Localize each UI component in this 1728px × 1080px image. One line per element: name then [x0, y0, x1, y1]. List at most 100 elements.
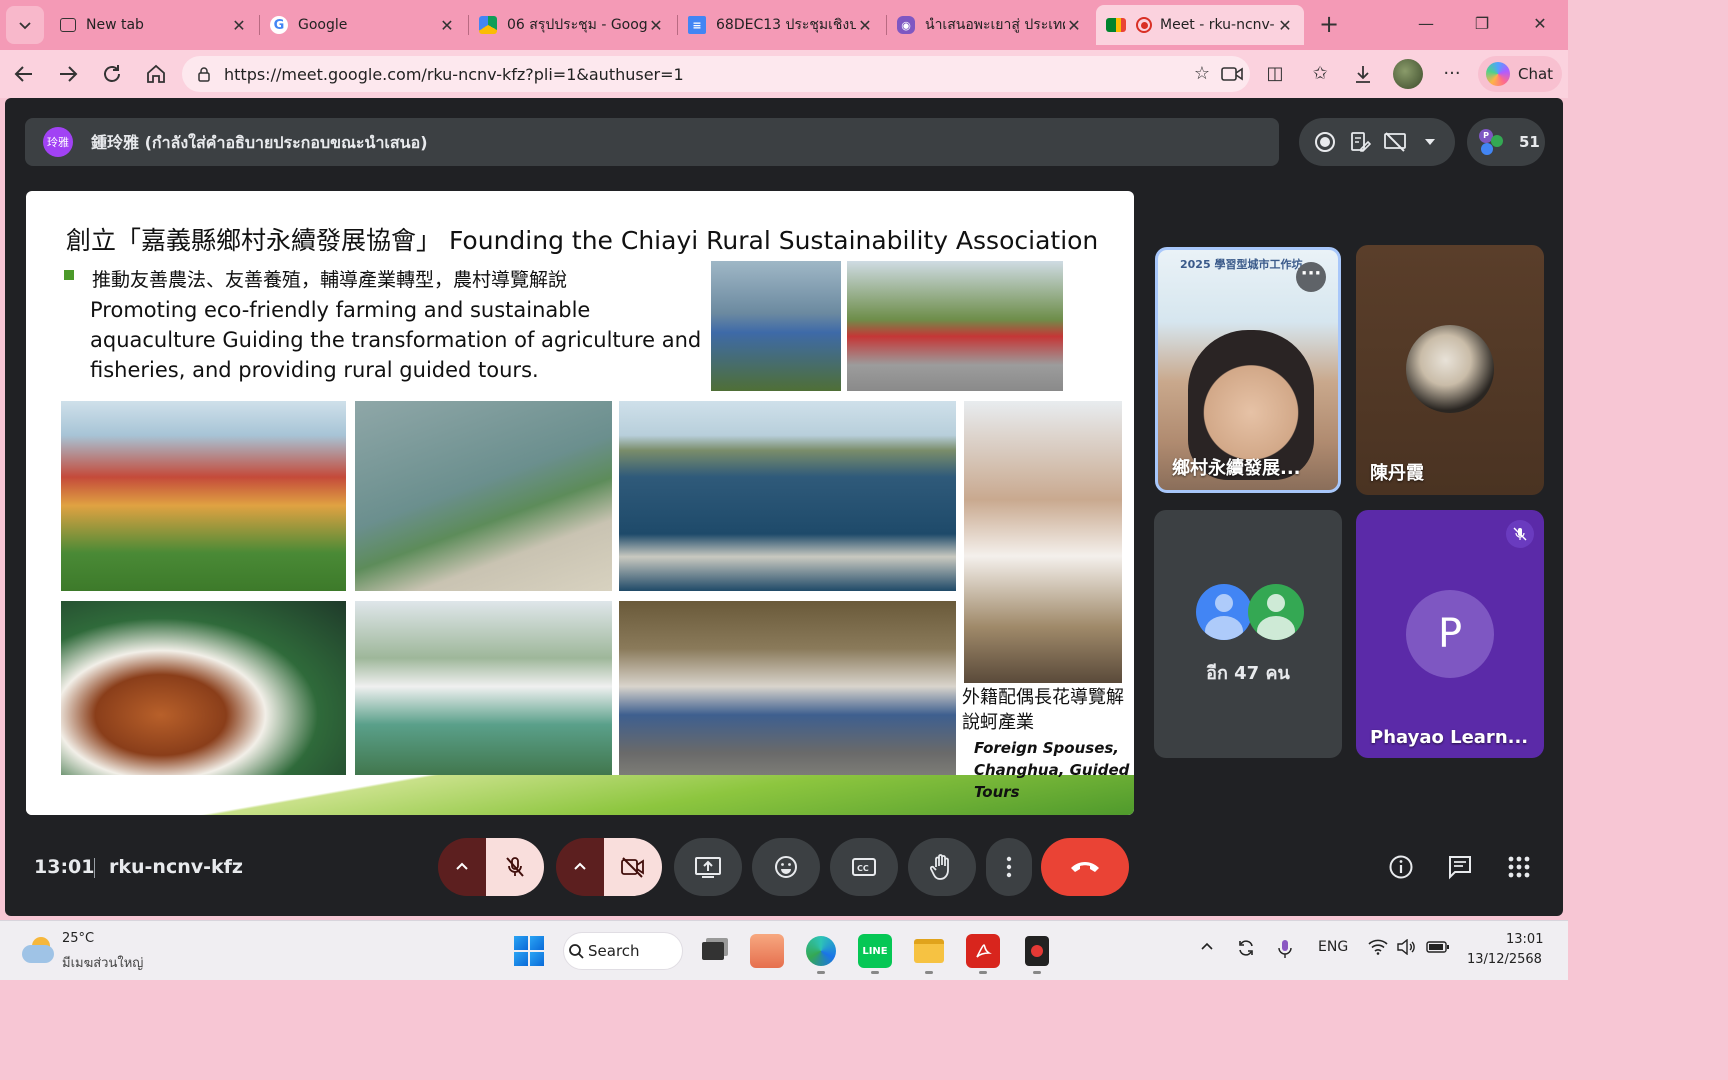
photos-app-icon[interactable] [750, 934, 784, 968]
participant-tile[interactable]: 陳丹霞 [1356, 245, 1544, 495]
line-app-icon[interactable]: LINE [858, 934, 892, 968]
edge-browser-icon[interactable] [804, 934, 838, 968]
reload-button[interactable] [97, 59, 127, 89]
restore-button[interactable]: ❐ [1462, 10, 1502, 40]
presentation-menu-button[interactable] [1416, 128, 1444, 156]
search-icon [569, 944, 584, 959]
hang-up-icon [1071, 862, 1099, 872]
split-screen-button[interactable]: ◫ [1260, 59, 1290, 89]
more-options-button[interactable] [986, 838, 1032, 896]
tab-label: Meet - rku-ncnv- [1160, 17, 1275, 33]
star-icon: ☆ [1193, 63, 1211, 84]
tile-name: 鄉村永續發展... [1172, 458, 1301, 479]
chevron-up-icon [1201, 942, 1213, 950]
recorder-app-icon[interactable] [1020, 934, 1054, 968]
people-icon: P [1479, 129, 1505, 155]
captions-button[interactable]: CC [830, 838, 898, 896]
copilot-icon [1486, 62, 1510, 86]
chevron-down-icon [19, 22, 31, 30]
close-icon[interactable]: ✕ [438, 16, 456, 35]
presenter-avatar: 玲雅 [43, 127, 73, 157]
weather-cloud-icon[interactable] [20, 935, 56, 965]
profile-avatar[interactable] [1393, 59, 1423, 89]
record-button[interactable] [1311, 128, 1339, 156]
clock-date[interactable]: 13/12/2568 [1467, 952, 1542, 967]
close-icon[interactable]: ✕ [1065, 16, 1083, 35]
camera-in-use-button[interactable] [1217, 56, 1247, 92]
close-icon[interactable]: ✕ [647, 16, 665, 35]
tile-more-button[interactable]: ··· [1296, 262, 1326, 292]
others-tile[interactable]: อีก 47 คน [1154, 510, 1342, 758]
back-button[interactable] [9, 59, 39, 89]
photo-bamboo-raft [619, 401, 956, 591]
more-horizontal-icon: ··· [1443, 63, 1461, 84]
others-count: อีก 47 คน [1206, 663, 1290, 684]
windows-start-icon[interactable] [514, 936, 544, 966]
language-indicator[interactable]: ENG [1318, 939, 1348, 955]
chat-panel-button[interactable] [1445, 852, 1475, 882]
close-icon[interactable]: ✕ [1276, 16, 1294, 35]
tab-search-button[interactable] [6, 6, 44, 44]
wifi-icon[interactable] [1368, 939, 1388, 959]
svg-text:CC: CC [857, 864, 869, 873]
tab-docs[interactable]: ≡ 68DEC13 ประชุมเชิงปฏิ ✕ [678, 5, 884, 45]
running-indicator [979, 971, 987, 974]
annotate-icon [1350, 132, 1371, 152]
home-button[interactable] [141, 59, 171, 89]
participant-tile-active[interactable]: 2025 學習型城市工作坊 ··· 鄉村永續發展... [1155, 247, 1341, 493]
meeting-time: 13:01 [34, 856, 95, 878]
sync-icon[interactable] [1236, 939, 1256, 961]
tab-google[interactable]: G Google ✕ [260, 5, 466, 45]
presenter-caption-bar: 玲雅 鍾玲雅 (กำลังใส่คำอธิบายประกอบขณะนำเสนอ) [25, 118, 1279, 166]
mic-off-icon [1513, 527, 1527, 541]
minimize-button[interactable]: — [1406, 10, 1446, 40]
battery-icon[interactable] [1426, 939, 1450, 959]
clock-time[interactable]: 13:01 [1506, 932, 1543, 947]
tab-new-tab[interactable]: New tab ✕ [50, 5, 258, 45]
tile-name: 陳丹霞 [1370, 463, 1424, 484]
forward-button[interactable] [53, 59, 83, 89]
favorite-star-button[interactable]: ☆ [1187, 56, 1217, 92]
tab-drive-doc[interactable]: 06 สรุปประชุม - Google ✕ [469, 5, 675, 45]
close-window-button[interactable]: ✕ [1520, 10, 1560, 40]
task-view-icon[interactable] [696, 934, 730, 968]
close-icon[interactable]: ✕ [856, 16, 874, 35]
chat-icon [1449, 856, 1471, 880]
people-button[interactable]: P 51 [1467, 118, 1545, 166]
hand-icon [930, 854, 949, 880]
stop-presenting-button[interactable] [1381, 128, 1409, 156]
new-tab-button[interactable]: + [1314, 10, 1344, 40]
meeting-details-button[interactable] [1386, 852, 1416, 882]
slide-bullet-en: Promoting eco-friendly farming and susta… [90, 298, 702, 382]
volume-icon[interactable] [1396, 938, 1416, 959]
settings-menu-button[interactable]: ··· [1437, 59, 1467, 89]
mic-toggle-button[interactable] [486, 838, 544, 896]
slide-bullet-zh: 推動友善農法、友善養殖，輔導產業轉型，農村導覽解說 [92, 269, 568, 291]
downloads-button[interactable] [1348, 59, 1378, 89]
favorites-button[interactable]: ✩ [1305, 59, 1335, 89]
taskbar-search[interactable]: Search [563, 932, 683, 970]
annotate-button[interactable] [1346, 128, 1374, 156]
address-bar[interactable]: https://meet.google.com/rku-ncnv-kfz?pli… [182, 56, 1250, 92]
participant-tile[interactable]: P Phayao Learn... [1356, 510, 1544, 758]
side-note-zh: 外籍配偶長花導覽解說蚵產業 [962, 687, 1124, 733]
raise-hand-button[interactable] [908, 838, 976, 896]
photo-woman-oyster [964, 401, 1122, 683]
present-screen-button[interactable] [674, 838, 742, 896]
copilot-chat-button[interactable]: Chat [1478, 56, 1562, 92]
tab-label: Google [298, 17, 348, 33]
close-icon[interactable]: ✕ [230, 16, 248, 35]
tab-meet[interactable]: Meet - rku-ncnv- ✕ [1096, 5, 1304, 45]
weather-temperature: 25°C [62, 931, 95, 946]
show-hidden-icons[interactable] [1200, 939, 1214, 957]
reactions-button[interactable] [752, 838, 820, 896]
file-explorer-icon[interactable] [912, 934, 946, 968]
microphone-in-use-icon[interactable] [1278, 939, 1292, 963]
audio-options-button[interactable] [438, 838, 486, 896]
acrobat-icon[interactable] [966, 934, 1000, 968]
video-options-button[interactable] [556, 838, 604, 896]
camera-toggle-button[interactable] [604, 838, 662, 896]
leave-call-button[interactable] [1041, 838, 1129, 896]
tab-presentation[interactable]: ◉ นำเสนอพะเยาสู่ ประเทศไ ✕ [887, 5, 1093, 45]
activities-button[interactable] [1504, 852, 1534, 882]
